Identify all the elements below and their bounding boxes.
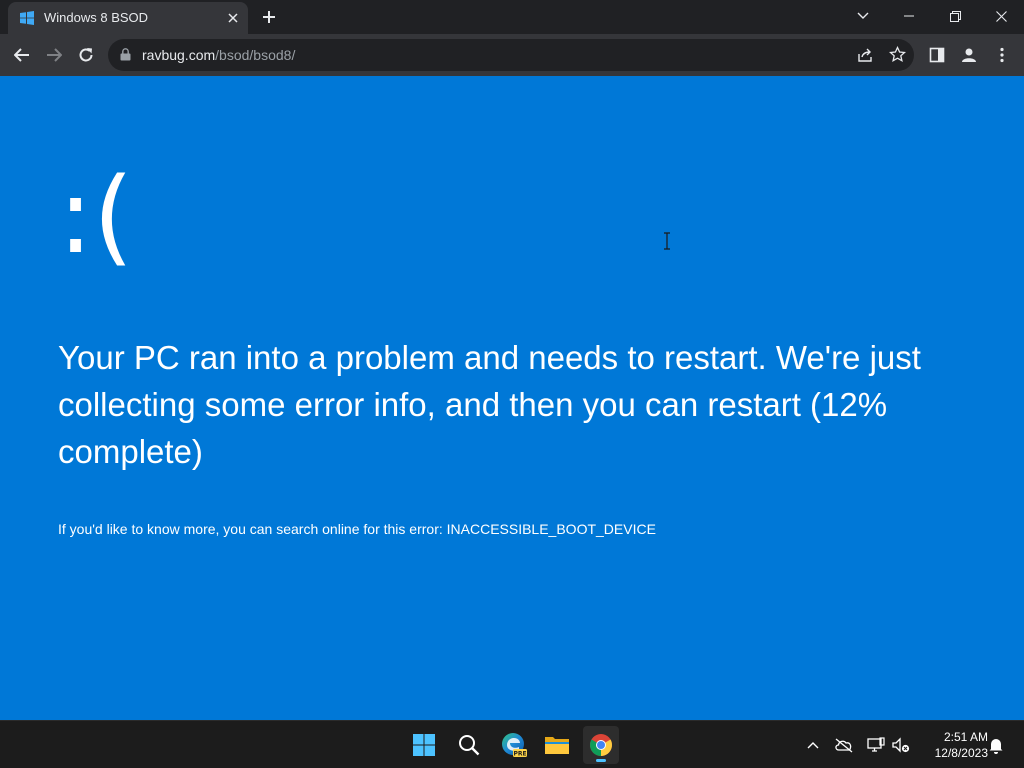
forward-icon[interactable] bbox=[42, 43, 66, 67]
edge-preview-icon[interactable]: PRE bbox=[496, 726, 532, 764]
tab-close-icon[interactable] bbox=[224, 9, 242, 27]
browser-tab[interactable]: Windows 8 BSOD bbox=[8, 2, 248, 34]
menu-kebab-icon[interactable] bbox=[990, 43, 1014, 67]
chevron-up-icon[interactable] bbox=[803, 735, 823, 755]
text-cursor-icon bbox=[663, 232, 671, 250]
restore-icon[interactable] bbox=[932, 0, 978, 32]
url-path: /bsod/bsod8/ bbox=[215, 47, 296, 63]
share-icon[interactable] bbox=[857, 47, 873, 68]
url-host: ravbug.com bbox=[142, 47, 216, 63]
search-icon[interactable] bbox=[451, 726, 487, 764]
taskbar: PRE 2:51 AM 12/8/2023 bbox=[0, 720, 1024, 768]
back-icon[interactable] bbox=[10, 43, 34, 67]
active-app-indicator bbox=[596, 759, 606, 762]
tab-title: Windows 8 BSOD bbox=[44, 10, 149, 25]
clock-date: 12/8/2023 bbox=[934, 746, 988, 760]
edge-preview-badge: PRE bbox=[513, 750, 526, 757]
start-icon[interactable] bbox=[406, 726, 442, 764]
address-bar[interactable]: ravbug.com/bsod/bsod8/ bbox=[108, 39, 914, 71]
sad-face: :( bbox=[58, 155, 134, 277]
error-message: Your PC ran into a problem and needs to … bbox=[58, 339, 921, 470]
file-explorer-icon[interactable] bbox=[539, 726, 575, 764]
network-icon[interactable] bbox=[866, 735, 886, 755]
tab-search-chevron-icon[interactable] bbox=[840, 0, 886, 32]
notification-bell-icon[interactable] bbox=[986, 735, 1006, 755]
lock-icon[interactable] bbox=[120, 48, 131, 66]
chrome-icon[interactable] bbox=[583, 726, 619, 764]
taskbar-clock[interactable]: 2:51 AM 12/8/2023 bbox=[918, 729, 988, 761]
side-panel-icon[interactable] bbox=[925, 43, 949, 67]
minimize-icon[interactable] bbox=[886, 0, 932, 32]
onedrive-offline-icon[interactable] bbox=[834, 735, 854, 755]
windows-logo-icon bbox=[20, 11, 34, 25]
volume-muted-icon[interactable] bbox=[891, 735, 911, 755]
bookmark-star-icon[interactable] bbox=[888, 45, 907, 68]
browser-toolbar: ravbug.com/bsod/bsod8/ bbox=[0, 34, 1024, 76]
new-tab-icon[interactable] bbox=[259, 7, 279, 27]
tab-strip: Windows 8 BSOD bbox=[0, 0, 1024, 34]
url-text: ravbug.com/bsod/bsod8/ bbox=[142, 47, 295, 63]
bsod-page: :( Your PC ran into a problem and needs … bbox=[0, 76, 1024, 720]
reload-icon[interactable] bbox=[74, 43, 98, 67]
error-code-info: If you'd like to know more, you can sear… bbox=[58, 521, 656, 537]
clock-time: 2:51 AM bbox=[943, 730, 988, 744]
close-window-icon[interactable] bbox=[978, 0, 1024, 32]
profile-icon[interactable] bbox=[957, 43, 981, 67]
